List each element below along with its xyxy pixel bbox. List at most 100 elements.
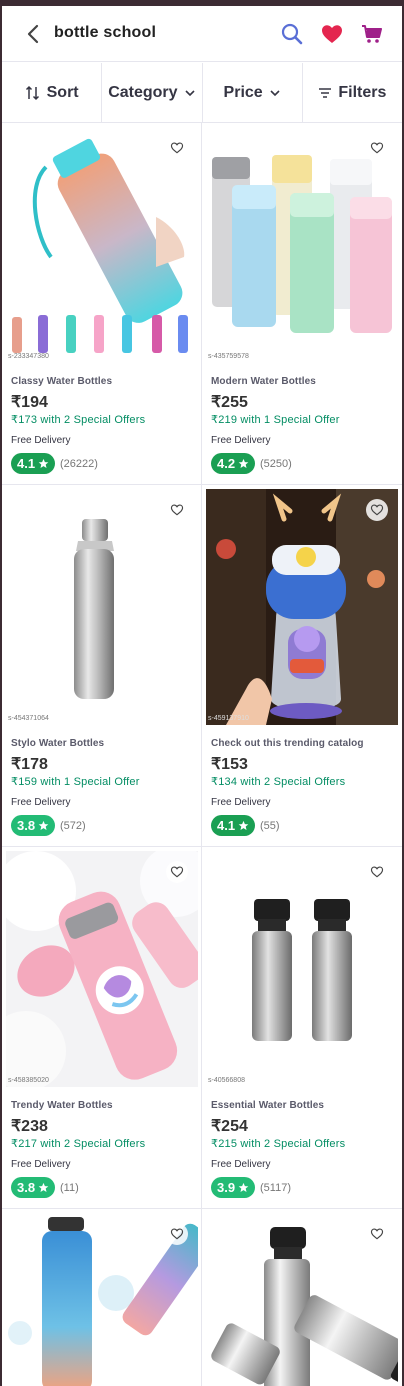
category-label: Category	[108, 83, 178, 101]
product-name: Stylo Water Bottles	[11, 738, 105, 749]
review-count: (26222)	[60, 458, 98, 470]
product-card[interactable]	[2, 1209, 202, 1386]
chevron-down-icon	[270, 89, 280, 96]
product-card[interactable]	[202, 1209, 402, 1386]
back-button[interactable]	[22, 22, 44, 46]
product-card[interactable]: s-458385020 Trendy Water Bottles ₹238 ₹2…	[2, 847, 202, 1209]
rating-badge: 3.8	[11, 1177, 56, 1198]
heart-outline-icon	[370, 504, 384, 516]
cart-button[interactable]	[360, 22, 384, 46]
product-offer: ₹217 with 2 Special Offers	[11, 1138, 146, 1150]
product-price: ₹254	[211, 1118, 248, 1135]
wishlist-toggle[interactable]	[366, 1223, 388, 1245]
rating-value: 3.8	[17, 818, 36, 833]
heart-icon	[322, 25, 342, 43]
rating-badge: 4.1	[211, 815, 256, 836]
filters-button[interactable]: Filters	[303, 63, 402, 122]
delivery-label: Free Delivery	[211, 1159, 271, 1170]
product-image: s-458385020	[6, 851, 198, 1087]
product-image: s-40566808	[206, 851, 398, 1087]
product-name: Essential Water Bottles	[211, 1100, 325, 1111]
product-offer: ₹215 with 2 Special Offers	[211, 1138, 346, 1150]
star-icon	[38, 1182, 49, 1192]
product-price: ₹238	[11, 1118, 48, 1135]
review-count: (11)	[60, 1182, 79, 1194]
sort-icon	[25, 85, 39, 100]
chevron-down-icon	[184, 89, 195, 96]
product-card[interactable]: s-459137910 Check out this trending cata…	[202, 485, 402, 847]
product-sku: s-458385020	[8, 1077, 49, 1084]
delivery-label: Free Delivery	[11, 435, 71, 446]
sort-button[interactable]: Sort	[2, 63, 103, 122]
star-icon	[238, 458, 249, 468]
search-header: bottle school	[2, 6, 402, 62]
price-dropdown[interactable]: Price	[203, 63, 303, 122]
product-sku: s-459137910	[208, 715, 249, 722]
product-price: ₹153	[211, 756, 248, 773]
product-offer: ₹134 with 2 Special Offers	[211, 776, 346, 788]
product-offer: ₹159 with 1 Special Offer	[11, 776, 140, 788]
heart-outline-icon	[370, 1228, 384, 1240]
product-image	[6, 1213, 198, 1386]
product-offer: ₹219 with 1 Special Offer	[211, 414, 340, 426]
delivery-label: Free Delivery	[211, 797, 271, 808]
wishlist-toggle[interactable]	[166, 861, 188, 883]
wishlist-toggle[interactable]	[166, 499, 188, 521]
star-icon	[238, 1182, 249, 1192]
product-card[interactable]: s-435759578 Modern Water Bottles ₹255 ₹2…	[202, 123, 402, 485]
product-name: Classy Water Bottles	[11, 376, 113, 387]
review-count: (55)	[260, 820, 280, 832]
rating-badge: 3.9	[211, 1177, 256, 1198]
heart-outline-icon	[370, 142, 384, 154]
chevron-left-icon	[27, 24, 39, 44]
review-count: (572)	[60, 820, 86, 832]
rating-value: 3.9	[217, 1180, 236, 1195]
delivery-label: Free Delivery	[11, 1159, 71, 1170]
delivery-label: Free Delivery	[11, 797, 71, 808]
product-name: Trendy Water Bottles	[11, 1100, 113, 1111]
product-sku: s-454371064	[8, 715, 49, 722]
product-card[interactable]: s-233347380 Classy Water Bottles ₹194 ₹1…	[2, 123, 202, 485]
wishlist-toggle[interactable]	[366, 861, 388, 883]
wishlist-toggle[interactable]	[366, 137, 388, 159]
product-image: s-454371064	[6, 489, 198, 725]
price-label: Price	[223, 83, 263, 101]
product-price: ₹194	[11, 394, 48, 411]
heart-outline-icon	[170, 142, 184, 154]
review-count: (5117)	[260, 1182, 291, 1194]
wishlist-toggle[interactable]	[366, 499, 388, 521]
product-card[interactable]: s-40566808 Essential Water Bottles ₹254 …	[202, 847, 402, 1209]
product-price: ₹178	[11, 756, 48, 773]
filter-lines-icon	[319, 87, 332, 98]
rating-value: 4.1	[217, 818, 236, 833]
heart-outline-icon	[170, 1228, 184, 1240]
product-name: Check out this trending catalog	[211, 738, 364, 749]
product-image	[206, 1213, 398, 1386]
rating-value: 4.2	[217, 456, 236, 471]
filter-bar: Sort Category Price Filters	[2, 63, 402, 123]
wishlist-toggle[interactable]	[166, 137, 188, 159]
product-price: ₹255	[211, 394, 248, 411]
rating-value: 4.1	[17, 456, 36, 471]
review-count: (5250)	[260, 458, 292, 470]
product-name: Modern Water Bottles	[211, 376, 316, 387]
cart-icon	[362, 25, 382, 43]
wishlist-button[interactable]	[320, 22, 344, 46]
product-sku: s-435759578	[208, 353, 249, 360]
rating-badge: 4.2	[211, 453, 256, 474]
product-card[interactable]: s-454371064 Stylo Water Bottles ₹178 ₹15…	[2, 485, 202, 847]
rating-badge: 3.8	[11, 815, 56, 836]
filters-label: Filters	[338, 83, 387, 101]
product-image: s-435759578	[206, 127, 398, 363]
star-icon	[238, 820, 249, 830]
category-dropdown[interactable]: Category	[102, 63, 203, 122]
heart-outline-icon	[370, 866, 384, 878]
heart-outline-icon	[170, 866, 184, 878]
product-image: s-233347380	[6, 127, 198, 363]
rating-badge: 4.1	[11, 453, 56, 474]
search-icon	[281, 23, 303, 45]
product-image: s-459137910	[206, 489, 398, 725]
search-query-text[interactable]: bottle school	[54, 24, 156, 42]
search-button[interactable]	[280, 22, 304, 46]
wishlist-toggle[interactable]	[166, 1223, 188, 1245]
